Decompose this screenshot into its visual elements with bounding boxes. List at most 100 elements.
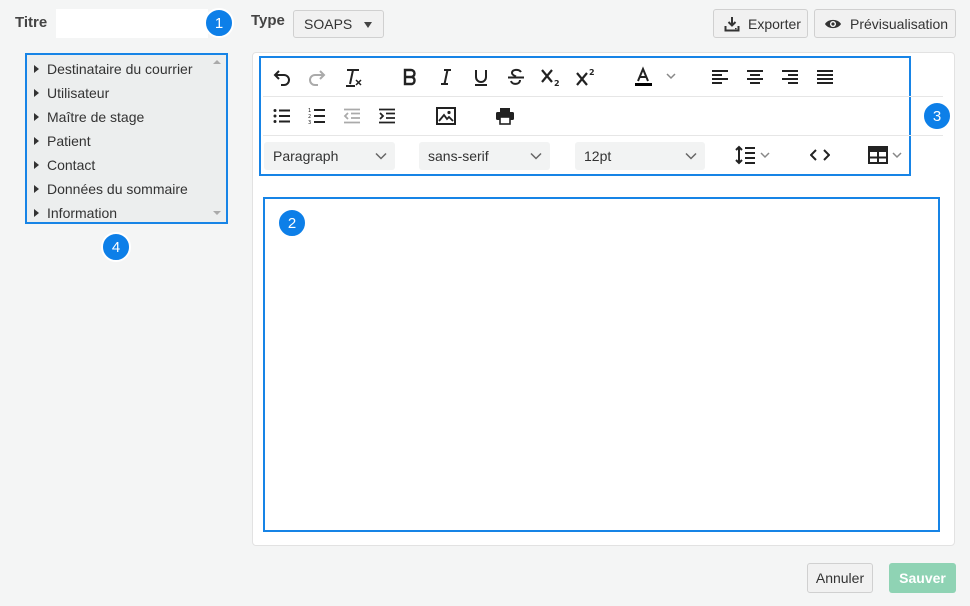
strikethrough-button[interactable] — [504, 65, 528, 89]
indent-icon — [379, 108, 395, 124]
align-right-icon — [782, 70, 798, 84]
source-code-button[interactable] — [808, 143, 832, 167]
type-select[interactable]: SOAPS — [293, 10, 384, 38]
editor-content-area[interactable] — [263, 197, 940, 532]
save-button[interactable]: Sauver — [889, 563, 956, 593]
bold-button[interactable] — [398, 65, 422, 89]
title-input[interactable] — [56, 9, 208, 38]
image-icon — [436, 107, 456, 125]
tree-item-label: Contact — [47, 157, 96, 173]
subscript-button[interactable]: 2 — [539, 65, 563, 89]
title-label: Titre — [15, 14, 48, 31]
strikethrough-icon — [508, 68, 524, 85]
font-family-value: sans-serif — [428, 148, 489, 164]
chevron-down-icon — [530, 152, 542, 160]
tree-item-information[interactable]: Information — [27, 201, 226, 225]
align-left-icon — [712, 70, 728, 84]
align-justify-button[interactable] — [813, 65, 837, 89]
expand-triangle-icon — [34, 89, 39, 97]
chevron-down-icon — [685, 152, 697, 160]
toolbar-divider — [263, 96, 943, 97]
align-center-button[interactable] — [743, 65, 767, 89]
outdent-button[interactable] — [340, 104, 364, 128]
redo-icon — [309, 70, 326, 86]
preview-label: Prévisualisation — [850, 15, 949, 32]
expand-triangle-icon — [34, 137, 39, 145]
line-height-button[interactable] — [734, 143, 774, 167]
outdent-icon — [343, 108, 360, 124]
clear-formatting-icon — [346, 69, 362, 87]
insert-image-button[interactable] — [434, 104, 458, 128]
expand-triangle-icon — [34, 113, 39, 121]
bullet-list-button[interactable] — [270, 104, 294, 128]
font-size-select[interactable]: 12pt — [575, 142, 705, 170]
redo-button[interactable] — [305, 65, 329, 89]
block-format-select[interactable]: Paragraph — [264, 142, 395, 170]
text-color-icon — [635, 66, 676, 86]
numbered-list-icon: 123 — [308, 108, 325, 125]
block-format-value: Paragraph — [273, 148, 339, 164]
tree-item-label: Maître de stage — [47, 109, 145, 125]
align-justify-icon — [817, 70, 833, 84]
expand-triangle-icon — [34, 209, 39, 217]
indent-button[interactable] — [375, 104, 399, 128]
align-center-icon — [747, 70, 763, 84]
caret-down-icon — [364, 22, 372, 28]
expand-triangle-icon — [34, 185, 39, 193]
callout-badge-4: 4 — [101, 232, 131, 262]
svg-text:3: 3 — [308, 120, 311, 125]
clear-formatting-button[interactable] — [341, 65, 365, 89]
tree-item-label: Information — [47, 205, 118, 221]
tree-item-label: Données du sommaire — [47, 181, 188, 197]
expand-triangle-icon — [34, 65, 39, 73]
tree-item-label: Utilisateur — [47, 85, 110, 101]
table-icon — [868, 146, 902, 164]
variables-tree[interactable]: Destinataire du courrier Utilisateur Maî… — [25, 53, 228, 224]
tree-item-utilisateur[interactable]: Utilisateur — [27, 81, 226, 105]
type-select-value: SOAPS — [304, 16, 353, 32]
svg-text:2: 2 — [589, 68, 595, 77]
italic-button[interactable] — [434, 65, 458, 89]
callout-badge-3: 3 — [922, 101, 952, 131]
undo-button[interactable] — [270, 65, 294, 89]
callout-badge-1: 1 — [204, 8, 234, 38]
superscript-icon: 2 — [576, 68, 595, 86]
svg-text:2: 2 — [554, 79, 560, 87]
tree-item-label: Destinataire du courrier — [47, 61, 193, 77]
underline-button[interactable] — [469, 65, 493, 89]
superscript-button[interactable]: 2 — [574, 65, 598, 89]
cancel-button[interactable]: Annuler — [807, 563, 873, 593]
align-right-button[interactable] — [778, 65, 802, 89]
align-left-button[interactable] — [708, 65, 732, 89]
printer-icon — [496, 108, 514, 125]
tree-item-patient[interactable]: Patient — [27, 129, 226, 153]
callout-badge-2: 2 — [277, 208, 307, 238]
italic-icon — [441, 69, 451, 85]
tree-item-maitre-de-stage[interactable]: Maître de stage — [27, 105, 226, 129]
toolbar-divider — [263, 135, 943, 136]
tree-item-donnees-sommaire[interactable]: Données du sommaire — [27, 177, 226, 201]
tree-item-label: Patient — [47, 133, 91, 149]
underline-icon — [475, 70, 487, 86]
font-family-select[interactable]: sans-serif — [419, 142, 550, 170]
line-height-icon — [735, 145, 770, 165]
download-icon — [724, 16, 740, 31]
code-icon — [810, 149, 830, 161]
numbered-list-button[interactable]: 123 — [305, 104, 329, 128]
print-button[interactable] — [493, 104, 517, 128]
tree-item-destinataire[interactable]: Destinataire du courrier — [27, 57, 226, 81]
chevron-down-icon — [375, 152, 387, 160]
export-button[interactable]: Exporter — [713, 9, 808, 38]
eye-icon — [825, 19, 841, 28]
bullet-list-icon — [273, 109, 290, 123]
table-button[interactable] — [867, 143, 907, 167]
subscript-icon: 2 — [541, 69, 560, 87]
text-color-button[interactable] — [633, 65, 679, 89]
type-label: Type — [251, 12, 285, 29]
preview-button[interactable]: Prévisualisation — [814, 9, 956, 38]
undo-icon — [273, 70, 290, 86]
bold-icon — [403, 68, 416, 86]
scroll-down-icon[interactable] — [213, 211, 221, 215]
tree-item-contact[interactable]: Contact — [27, 153, 226, 177]
expand-triangle-icon — [34, 161, 39, 169]
